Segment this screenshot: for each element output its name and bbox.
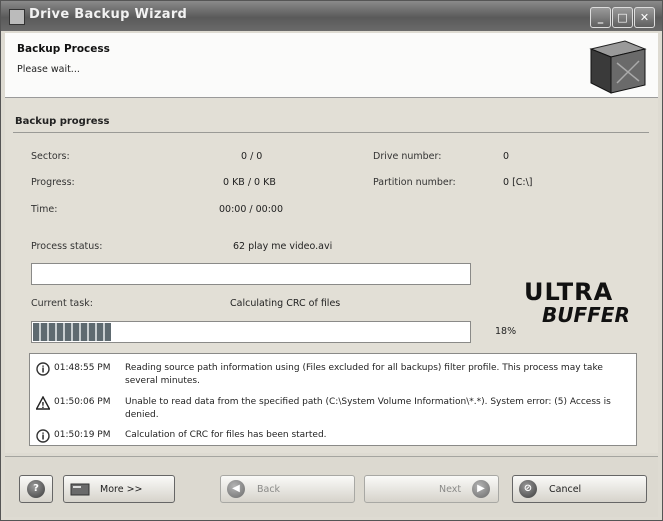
current-task-progress-fill — [33, 323, 111, 341]
cancel-icon: ⊘ — [519, 480, 537, 498]
log-message: Reading source path information using (F… — [125, 363, 603, 386]
drive-number-value: 0 — [503, 151, 510, 162]
log-message: Calculation of CRC for files has been st… — [125, 430, 327, 440]
current-task-value: Calculating CRC of files — [230, 298, 341, 309]
warning-icon: ! — [36, 396, 50, 410]
task-percent: 18% — [495, 326, 517, 337]
section-divider — [13, 132, 649, 133]
current-task-progress-bar — [31, 321, 471, 343]
maximize-button[interactable]: □ — [612, 7, 633, 28]
back-label: Back — [257, 484, 281, 495]
log-time: 01:50:06 PM — [54, 397, 111, 407]
next-arrow-icon: ▶ — [472, 480, 490, 498]
info-icon: i — [36, 362, 50, 376]
wizard-footer: ? More >> ◀ Back Next ▶ ⊘ Cancel — [5, 456, 658, 517]
progress-label: Progress: — [31, 177, 75, 188]
close-button[interactable]: ✕ — [634, 7, 655, 28]
next-label: Next — [439, 484, 462, 495]
process-status-progress-bar — [31, 263, 471, 285]
process-status-value: 62 play me video.avi — [233, 241, 333, 252]
event-log[interactable]: i 01:48:55 PM Reading source path inform… — [29, 353, 637, 446]
back-button[interactable]: ◀ Back — [220, 475, 355, 503]
window-title: Drive Backup Wizard — [29, 7, 188, 22]
info-icon: i — [36, 429, 50, 443]
minimize-button[interactable]: _ — [590, 7, 611, 28]
partition-number-label: Partition number: — [373, 177, 456, 188]
sectors-value: 0 / 0 — [241, 151, 263, 162]
app-icon — [9, 9, 25, 25]
sectors-label: Sectors: — [31, 151, 70, 162]
more-icon — [70, 483, 90, 496]
process-status-label: Process status: — [31, 241, 103, 252]
svg-text:!: ! — [41, 401, 45, 410]
log-message: Unable to read data from the specified p… — [125, 397, 611, 420]
drive-backup-wizard-window: Drive Backup Wizard _ □ ✕ Backup Process… — [0, 0, 663, 521]
time-value: 00:00 / 00:00 — [219, 204, 283, 215]
more-label: More >> — [100, 484, 143, 495]
drive-number-label: Drive number: — [373, 151, 442, 162]
next-button[interactable]: Next ▶ — [364, 475, 499, 503]
title-bar[interactable]: Drive Backup Wizard _ □ ✕ — [1, 1, 662, 31]
svg-text:i: i — [41, 366, 44, 376]
section-title: Backup progress — [15, 116, 110, 127]
logo-text-bottom: BUFFER — [542, 303, 630, 326]
backup-box-icon — [589, 40, 647, 94]
time-label: Time: — [31, 204, 58, 215]
cancel-button[interactable]: ⊘ Cancel — [512, 475, 647, 503]
back-arrow-icon: ◀ — [227, 480, 245, 498]
progress-value: 0 KB / 0 KB — [223, 177, 276, 188]
page-subtitle: Please wait... — [17, 64, 80, 75]
logo-text-top: ULTRA — [524, 278, 613, 306]
svg-text:i: i — [41, 433, 44, 443]
log-time: 01:48:55 PM — [54, 363, 111, 373]
wizard-header: Backup Process Please wait... — [5, 33, 658, 98]
more-button[interactable]: More >> — [63, 475, 175, 503]
cancel-label: Cancel — [549, 484, 582, 495]
current-task-label: Current task: — [31, 298, 93, 309]
help-button[interactable]: ? — [19, 475, 53, 503]
page-title: Backup Process — [17, 43, 110, 55]
partition-number-value: 0 [C:\] — [503, 177, 533, 188]
log-time: 01:50:19 PM — [54, 430, 111, 440]
ultra-buffer-logo: ULTRA BUFFER — [524, 278, 630, 326]
help-icon: ? — [27, 480, 45, 498]
